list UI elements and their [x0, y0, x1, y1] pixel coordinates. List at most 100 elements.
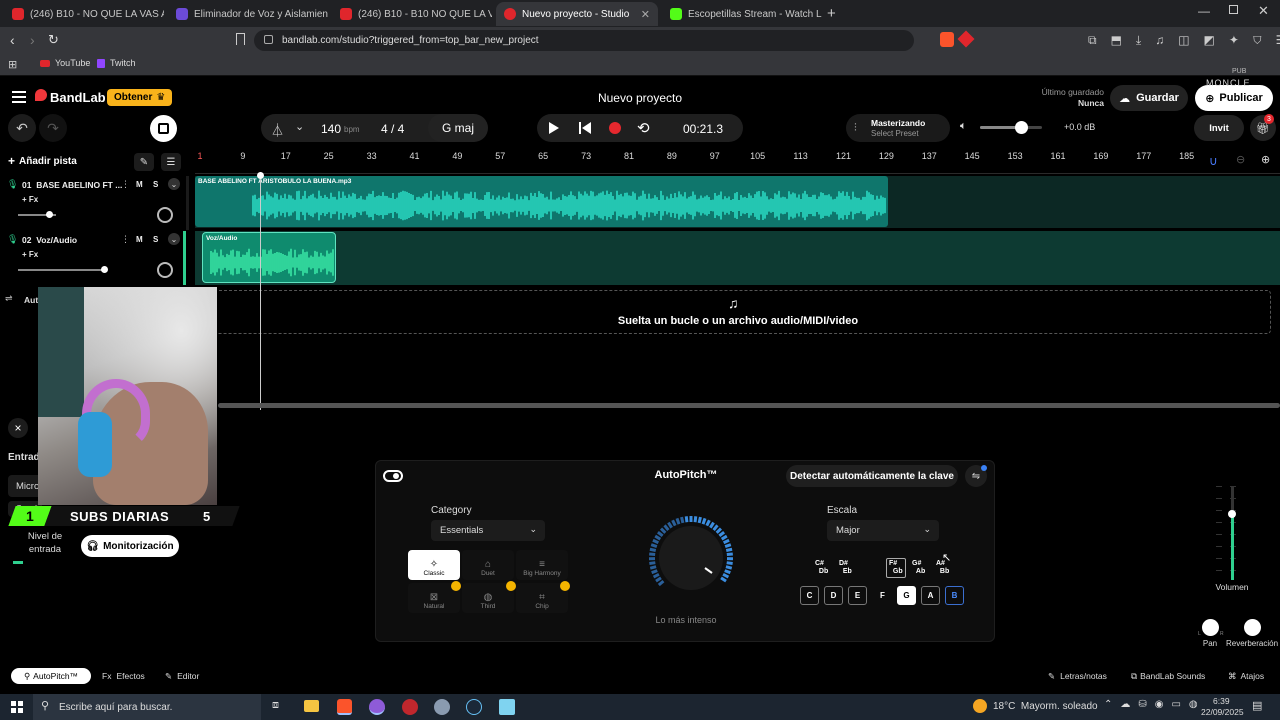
skip-back-icon[interactable]: [579, 122, 581, 134]
key-e[interactable]: E: [848, 586, 867, 605]
close-tab-icon[interactable]: ✕: [633, 8, 650, 21]
pan-knob[interactable]: [157, 262, 173, 278]
chevron-down-icon[interactable]: ⌄: [168, 178, 180, 190]
tab-bandlab-studio[interactable]: Nuevo proyecto - Studio ✕: [496, 2, 658, 26]
key-f[interactable]: F: [873, 586, 892, 605]
speaker-icon[interactable]: 🔈︎: [960, 120, 967, 133]
preset-classic[interactable]: ✧ Classic: [408, 550, 460, 580]
solo-button[interactable]: S: [153, 235, 158, 244]
playhead-handle[interactable]: [257, 172, 264, 179]
automation-button[interactable]: ✎: [134, 153, 154, 171]
loop-icon[interactable]: ⟲: [637, 119, 650, 137]
tab-kick[interactable]: Escopetillas Stream - Watch Live on K: [662, 2, 822, 26]
task-view-icon[interactable]: ⧈: [272, 699, 279, 712]
close-panel-button[interactable]: ×: [8, 418, 28, 438]
brave-rewards-icon[interactable]: [957, 30, 975, 48]
editor-tab[interactable]: ✎ Editor: [165, 671, 199, 682]
shortcuts-button[interactable]: ⌘ Atajos: [1228, 671, 1264, 682]
track-header-1[interactable]: 🎙︎ 01 BASE ABELINO FT ... ⋮ M S ⌄ + Fx: [0, 176, 186, 230]
mute-button[interactable]: M: [136, 235, 143, 244]
audio-clip[interactable]: BASE ABELINO FT ARISTOBULO LA BUENA.mp3: [195, 176, 888, 227]
extensions-icons[interactable]: ⧉⬒⤓♫◫◩✦⛉☰: [1088, 33, 1280, 48]
brave-shield-icon[interactable]: [940, 32, 954, 47]
new-tab-button[interactable]: +: [827, 5, 836, 22]
steam-icon[interactable]: [466, 699, 482, 715]
file-explorer-icon[interactable]: [304, 700, 319, 712]
menu-icon[interactable]: [12, 91, 26, 93]
key-c[interactable]: C: [800, 586, 819, 605]
track-lane-2[interactable]: [195, 231, 1280, 285]
track-name[interactable]: 02 Voz/Audio: [22, 235, 77, 245]
key-selector[interactable]: G maj: [428, 114, 488, 142]
obtener-button[interactable]: Obtener ♛: [107, 89, 173, 106]
solo-button[interactable]: S: [153, 180, 158, 189]
category-select[interactable]: Essentials ⌄: [431, 520, 545, 541]
bandlab-sounds-button[interactable]: ⧉ BandLab Sounds: [1131, 671, 1205, 682]
track-volume-slider[interactable]: [18, 269, 104, 271]
master-volume-handle[interactable]: [1015, 121, 1028, 134]
track-header-2[interactable]: 🎙︎ 02 Voz/Audio ⋮ M S ⌄ + Fx: [0, 231, 186, 285]
effects-tab[interactable]: Fx Efectos: [102, 671, 145, 681]
system-tray-icons[interactable]: ⌃☁⛁◉▭◍: [1104, 699, 1206, 710]
track-settings-button[interactable]: ☰: [161, 153, 181, 171]
automation-icon[interactable]: ⇌: [5, 293, 13, 304]
mastering-button[interactable]: ⫶ Masterizando Select Preset: [846, 114, 950, 142]
bookmark-youtube[interactable]: YouTube: [40, 58, 90, 68]
audio-clip[interactable]: Voz/Audio: [202, 232, 336, 283]
reverb-knob[interactable]: [1244, 619, 1261, 636]
fader-handle[interactable]: [1228, 510, 1236, 518]
reload-icon[interactable]: ↻: [48, 32, 59, 48]
brave-taskbar-icon[interactable]: [337, 699, 352, 715]
bpm-value[interactable]: 140: [321, 122, 341, 136]
drop-zone[interactable]: ♫ Suelta un bucle o un archivo audio/MID…: [205, 290, 1271, 334]
forward-icon[interactable]: ›: [30, 32, 35, 48]
zoom-in-icon[interactable]: ⊕: [1261, 153, 1270, 166]
tab-voice-remover[interactable]: Eliminador de Voz y Aislamiento [AI]: [168, 2, 328, 26]
record-icon[interactable]: [609, 122, 621, 134]
play-icon[interactable]: [549, 122, 559, 134]
mixer-button[interactable]: [150, 115, 177, 142]
key-f-sharp[interactable]: F# Gb: [886, 558, 906, 578]
mute-button[interactable]: M: [136, 180, 143, 189]
app-icon[interactable]: [402, 699, 418, 715]
autopitch-toggle[interactable]: [383, 470, 403, 482]
pan-knob[interactable]: [1202, 619, 1219, 636]
add-fx-button[interactable]: + Fx: [22, 250, 38, 259]
monitoring-button[interactable]: 🎧︎ Monitorización: [81, 535, 179, 557]
chevron-down-icon[interactable]: ⌄: [295, 120, 304, 133]
key-g[interactable]: G: [897, 586, 916, 605]
redo-button[interactable]: ↷: [39, 114, 67, 142]
bookmark-icon[interactable]: [236, 33, 245, 45]
track-volume-handle[interactable]: [46, 211, 54, 218]
restore-icon[interactable]: [1229, 5, 1238, 14]
publish-button[interactable]: ⊕ Publicar: [1195, 85, 1273, 111]
site-info-icon[interactable]: [264, 35, 273, 44]
add-track-button[interactable]: + Añadir pista: [8, 154, 77, 168]
intensity-dial[interactable]: [631, 510, 751, 604]
chevron-down-icon[interactable]: ⌄: [168, 233, 180, 245]
key-g-sharp[interactable]: G# Ab: [912, 560, 925, 576]
minimize-icon[interactable]: —: [1198, 4, 1210, 18]
obs-icon[interactable]: [369, 699, 385, 715]
tab-youtube-1[interactable]: (246) B10 - NO QUE LA VAS A LIAR II: [4, 2, 164, 26]
tab-youtube-2[interactable]: (246) B10 - B10 NO QUE LA VAS A LIAR: [332, 2, 492, 26]
invite-button[interactable]: Invit: [1194, 115, 1244, 141]
save-button[interactable]: ☁ Guardar: [1110, 85, 1188, 111]
horizontal-scrollbar[interactable]: [218, 403, 1280, 408]
close-window-icon[interactable]: ✕: [1258, 3, 1269, 19]
playhead[interactable]: [260, 172, 261, 410]
key-b[interactable]: B: [945, 586, 964, 605]
app-icon[interactable]: [434, 699, 450, 715]
preset-big-harmony[interactable]: ≡ Big Harmony: [516, 550, 568, 580]
pan-knob[interactable]: [157, 207, 173, 223]
bandlab-logo[interactable]: BandLab: [50, 90, 106, 105]
bookmark-twitch[interactable]: Twitch: [97, 58, 136, 68]
key-d[interactable]: D: [824, 586, 843, 605]
undo-button[interactable]: ↶: [8, 114, 36, 142]
track-more-icon[interactable]: ⋮: [121, 179, 130, 190]
taskbar-search[interactable]: ⚲ Escribe aquí para buscar.: [33, 694, 261, 720]
magnet-icon[interactable]: ∪: [1209, 154, 1218, 168]
weather-text[interactable]: 18°C Mayorm. soleado: [993, 701, 1098, 712]
track-more-icon[interactable]: ⋮: [121, 234, 130, 245]
lyrics-button[interactable]: ✎ Letras/notas: [1048, 671, 1107, 682]
